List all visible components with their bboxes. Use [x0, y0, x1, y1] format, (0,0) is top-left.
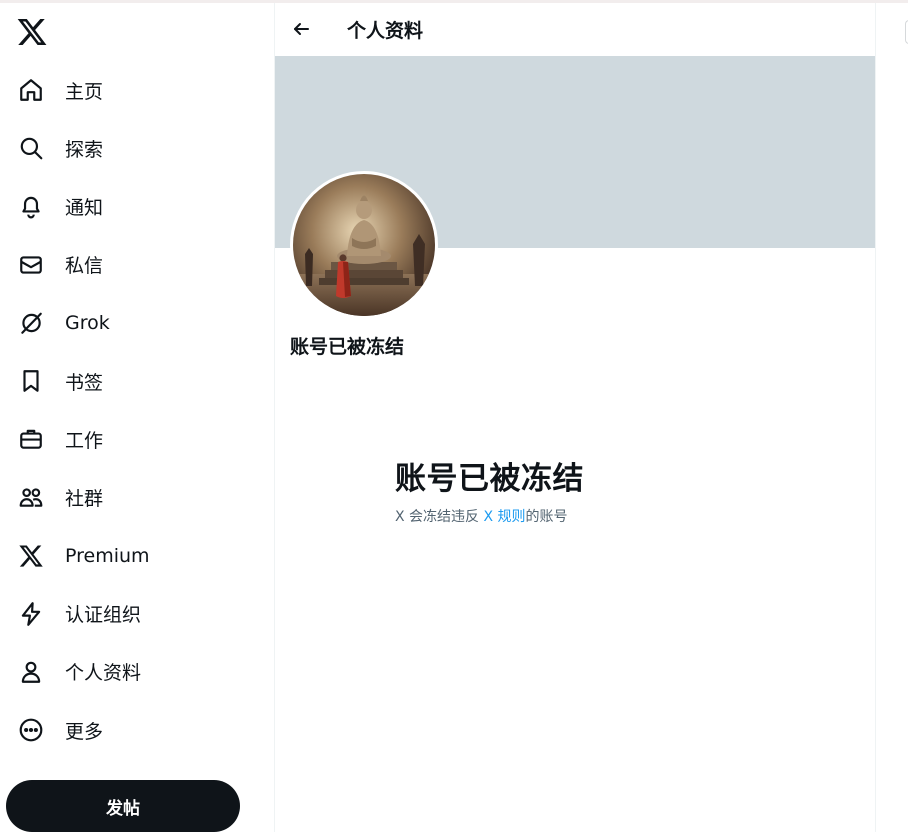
left-sidebar: 主页 探索 通知 私信 Grok 书签 工作 社群 Premium 认证组织 个…: [0, 0, 274, 832]
suspended-desc-prefix: X 会冻结违反: [395, 509, 484, 525]
home-icon: [18, 77, 44, 103]
mail-icon: [18, 252, 44, 278]
sidebar-item-label: 主页: [65, 80, 104, 103]
profile-display-name: 账号已被冻结: [290, 336, 405, 358]
suspended-desc-suffix: 的账号: [525, 509, 568, 525]
suspended-title: 账号已被冻结: [395, 461, 584, 497]
sidebar-item-profile[interactable]: 个人资料: [0, 643, 274, 701]
sidebar-item-bookmarks[interactable]: 书签: [0, 352, 274, 410]
briefcase-icon: [18, 426, 44, 452]
x-logo-icon: [18, 543, 44, 569]
person-icon: [18, 659, 44, 685]
profile-main-column: 个人资料 账号已被冻结 账号已被冻结 X 会冻结违反 X 规则的账号: [275, 3, 875, 832]
x-rules-link[interactable]: X 规则: [484, 509, 526, 525]
sidebar-item-label: 书签: [65, 371, 104, 394]
sidebar-item-grok[interactable]: Grok: [0, 294, 274, 352]
people-icon: [18, 484, 44, 510]
sidebar-item-label: 更多: [65, 720, 104, 743]
sidebar-item-explore[interactable]: 探索: [0, 119, 274, 177]
column-divider: [875, 3, 876, 832]
grok-icon: [18, 310, 44, 336]
x-logo-icon[interactable]: [16, 16, 48, 48]
sidebar-item-more[interactable]: 更多: [0, 701, 274, 759]
primary-navigation: 主页 探索 通知 私信 Grok 书签 工作 社群 Premium 认证组织 个…: [0, 61, 274, 759]
sidebar-item-label: Grok: [65, 311, 110, 334]
sidebar-item-jobs[interactable]: 工作: [0, 410, 274, 468]
post-button[interactable]: 发帖: [6, 780, 240, 832]
sidebar-item-home[interactable]: 主页: [0, 61, 274, 119]
more-circle-icon: [18, 717, 44, 743]
sidebar-item-label: 个人资料: [65, 662, 142, 685]
profile-header: 个人资料: [275, 3, 875, 56]
bell-icon: [18, 193, 44, 219]
sidebar-item-premium[interactable]: Premium: [0, 527, 274, 585]
suspended-description: X 会冻结违反 X 规则的账号: [395, 506, 795, 526]
sidebar-item-verified-orgs[interactable]: 认证组织: [0, 585, 274, 643]
suspended-notice: 账号已被冻结 X 会冻结违反 X 规则的账号: [395, 453, 795, 526]
search-icon: [18, 135, 44, 161]
page-title: 个人资料: [347, 20, 424, 42]
sidebar-item-label: 认证组织: [65, 604, 142, 627]
avatar[interactable]: [290, 171, 438, 319]
sidebar-item-label: Premium: [65, 544, 150, 567]
back-arrow-icon[interactable]: [289, 17, 313, 41]
sidebar-item-messages[interactable]: 私信: [0, 236, 274, 294]
sidebar-item-label: 私信: [65, 255, 104, 278]
bookmark-icon: [18, 368, 44, 394]
sidebar-item-label: 社群: [65, 487, 104, 510]
sidebar-item-label: 工作: [65, 429, 104, 452]
sidebar-item-label: 探索: [65, 138, 104, 161]
sidebar-item-communities[interactable]: 社群: [0, 468, 274, 526]
sidebar-item-notifications[interactable]: 通知: [0, 177, 274, 235]
lightning-icon: [18, 601, 44, 627]
sidebar-item-label: 通知: [65, 196, 104, 219]
